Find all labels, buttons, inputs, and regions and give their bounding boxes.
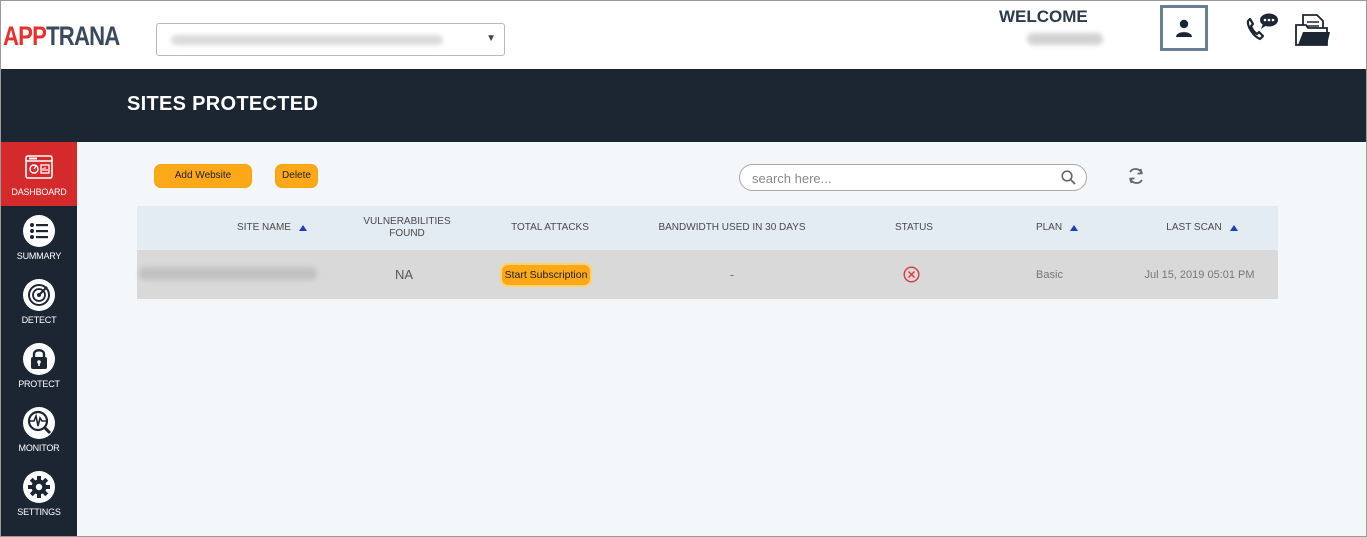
start-subscription-button[interactable]: Start Subscription [499,262,593,287]
sidebar-nav: DASHBOARD SUMMARY DETECT PROTECT MONITOR… [1,142,77,536]
selected-site-value-redacted [171,35,443,45]
main-content: Add Website Delete SITE NAME VULNERA [77,142,1366,536]
add-website-button[interactable]: Add Website [154,164,252,188]
table-row[interactable]: NA Start Subscription - Basic Jul 15, 20… [137,250,1278,299]
attacks-cell: Start Subscription [490,250,602,299]
sites-table: SITE NAME VULNERABILITIES FOUND TOTAL AT… [137,206,1278,299]
table-header: SITE NAME VULNERABILITIES FOUND TOTAL AT… [137,206,1278,250]
delete-button[interactable]: Delete [275,164,318,188]
status-cell [864,250,959,299]
search-box [739,164,1087,191]
refresh-icon[interactable] [1126,166,1146,186]
radar-icon [28,284,50,306]
error-circle-icon [903,266,920,283]
sidebar-item-label: MONITOR [18,443,60,453]
list-icon [30,223,48,239]
search-input[interactable] [752,169,1052,187]
pulse-icon [27,410,52,435]
welcome-label: WELCOME [999,7,1088,26]
column-header-last-scan[interactable]: LAST SCAN [1127,206,1277,250]
support-chat-phone-icon[interactable] [1244,12,1280,44]
sort-asc-icon[interactable] [298,225,307,231]
sidebar-item-summary[interactable]: SUMMARY [1,206,77,270]
sidebar-item-label: DASHBOARD [11,187,67,197]
documents-folder-icon[interactable] [1295,13,1331,47]
site-name-redacted [139,267,317,280]
last-scan-value: Jul 15, 2019 05:01 PM [1144,268,1255,281]
gear-icon [28,476,50,498]
sidebar-item-label: DETECT [21,315,57,325]
sidebar-item-settings[interactable]: SETTINGS [1,462,77,526]
column-header-status: STATUS [895,222,933,233]
username-redacted [1027,33,1103,45]
dropdown-arrow-icon: ▼ [486,33,496,44]
app-window: APPTRANA ▼ WELCOME SITES PROTECTED DASHB… [0,0,1367,537]
page-title: SITES PROTECTED [127,93,319,115]
sort-asc-icon[interactable] [1070,225,1079,231]
search-icon[interactable] [1061,170,1076,185]
apptrana-logo[interactable]: APPTRANA [3,21,120,52]
sidebar-item-label: SETTINGS [17,507,61,517]
plan-value: Basic [1036,268,1063,281]
bandwidth-value: - [729,267,735,282]
dashboard-icon [25,155,53,179]
vulnerabilities-value: NA [394,267,414,282]
sidebar-item-dashboard[interactable]: DASHBOARD [1,142,77,206]
sidebar-item-protect[interactable]: PROTECT [1,334,77,398]
column-header-total-attacks: TOTAL ATTACKS [511,222,589,233]
sidebar-item-label: PROTECT [18,379,60,389]
page-title-bar: SITES PROTECTED [1,69,1366,142]
column-header-vulnerabilities: VULNERABILITIES FOUND [363,216,451,239]
sort-asc-icon[interactable] [1229,225,1238,231]
sidebar-item-label: SUMMARY [16,251,62,261]
column-header-plan[interactable]: PLAN [997,206,1117,250]
sidebar-item-detect[interactable]: DETECT [1,270,77,334]
sidebar-item-monitor[interactable]: MONITOR [1,398,77,462]
profile-button[interactable] [1160,5,1208,51]
lock-icon [31,349,47,369]
column-header-bandwidth: BANDWIDTH USED IN 30 DAYS [658,222,806,233]
top-header: APPTRANA ▼ WELCOME [1,1,1366,69]
site-selector-dropdown[interactable]: ▼ [156,23,505,56]
user-icon [1176,19,1192,37]
